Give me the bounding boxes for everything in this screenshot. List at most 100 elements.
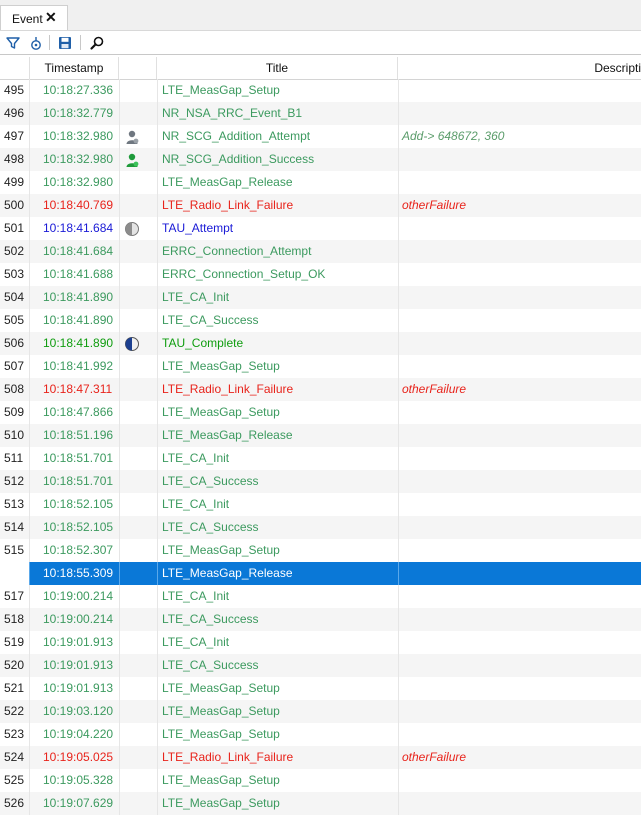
row-title: LTE_MeasGap_Setup [157, 401, 398, 424]
row-number: 524 [4, 750, 25, 764]
table-row[interactable]: 513 10:18:52.105 LTE_CA_Init [0, 493, 641, 516]
row-icon-cell [119, 792, 157, 815]
row-description [398, 240, 641, 263]
row-description [398, 148, 641, 171]
header-icon[interactable] [119, 57, 157, 79]
event-table: 495 10:18:27.336 LTE_MeasGap_Setup 496 10:18… [0, 79, 641, 815]
row-icon-cell [119, 286, 157, 309]
table-row[interactable]: 509 10:18:47.866 LTE_MeasGap_Setup [0, 401, 641, 424]
row-description [398, 217, 641, 240]
table-row[interactable]: 522 10:19:03.120 LTE_MeasGap_Setup [0, 700, 641, 723]
row-icon-cell [119, 654, 157, 677]
table-row[interactable]: 514 10:18:52.105 LTE_CA_Success [0, 516, 641, 539]
row-number: 504 [4, 290, 25, 304]
table-row[interactable]: 519 10:19:01.913 LTE_CA_Init [0, 631, 641, 654]
row-icon-cell [119, 194, 157, 217]
row-icon-cell [119, 447, 157, 470]
table-row[interactable]: 510 10:18:51.196 LTE_MeasGap_Release [0, 424, 641, 447]
row-description [398, 286, 641, 309]
event-marker-icon[interactable] [26, 33, 46, 53]
table-row[interactable]: 523 10:19:04.220 LTE_MeasGap_Setup [0, 723, 641, 746]
half-circle-blue-icon [124, 336, 140, 352]
row-description [398, 723, 641, 746]
table-row[interactable]: 516 10:18:55.309 LTE_MeasGap_Release [0, 562, 641, 585]
row-icon-cell [119, 608, 157, 631]
table-row[interactable]: 497 10:18:32.980 NR_SCG_Addition_Attempt Ad… [0, 125, 641, 148]
row-icon-cell [119, 125, 157, 148]
row-description [398, 447, 641, 470]
row-timestamp: 10:18:41.890 [29, 332, 119, 355]
table-row[interactable]: 520 10:19:01.913 LTE_CA_Success [0, 654, 641, 677]
table-row[interactable]: 500 10:18:40.769 LTE_Radio_Link_Failure oth… [0, 194, 641, 217]
row-title: LTE_CA_Init [157, 447, 398, 470]
table-row[interactable]: 515 10:18:52.307 LTE_MeasGap_Setup [0, 539, 641, 562]
row-title: LTE_CA_Success [157, 516, 398, 539]
table-row[interactable]: 507 10:18:41.992 LTE_MeasGap_Setup [0, 355, 641, 378]
table-row[interactable]: 525 10:19:05.328 LTE_MeasGap_Setup [0, 769, 641, 792]
row-title: LTE_CA_Success [157, 608, 398, 631]
row-number: 505 [4, 313, 25, 327]
table-row[interactable]: 508 10:18:47.311 LTE_Radio_Link_Failure oth… [0, 378, 641, 401]
table-row[interactable]: 502 10:18:41.684 ERRC_Connection_Attempt [0, 240, 641, 263]
row-icon-cell [119, 539, 157, 562]
find-icon[interactable] [87, 33, 107, 53]
toolbar [0, 31, 641, 55]
row-number: 512 [4, 474, 25, 488]
table-row[interactable]: 495 10:18:27.336 LTE_MeasGap_Setup [0, 79, 641, 102]
row-icon-cell [119, 746, 157, 769]
row-title: LTE_MeasGap_Setup [157, 79, 398, 102]
save-icon[interactable] [55, 33, 75, 53]
row-timestamp: 10:18:32.980 [29, 148, 119, 171]
row-icon-cell [119, 700, 157, 723]
row-title: NR_SCG_Addition_Attempt [157, 125, 398, 148]
table-row[interactable]: 498 10:18:32.980 NR_SCG_Addition_Success [0, 148, 641, 171]
header-timestamp[interactable]: Timestamp [29, 57, 119, 79]
row-number: 507 [4, 359, 25, 373]
row-icon-cell [119, 424, 157, 447]
person-gray-icon [124, 129, 140, 145]
row-number: 506 [4, 336, 25, 350]
row-description [398, 516, 641, 539]
row-timestamp: 10:18:41.684 [29, 240, 119, 263]
filter-icon[interactable] [3, 33, 23, 53]
header-title[interactable]: Title [157, 57, 398, 79]
row-timestamp: 10:18:47.311 [29, 378, 119, 401]
row-timestamp: 10:19:03.120 [29, 700, 119, 723]
row-timestamp: 10:19:04.220 [29, 723, 119, 746]
row-description [398, 424, 641, 447]
row-description [398, 677, 641, 700]
row-icon-cell [119, 332, 157, 355]
row-icon-cell [119, 355, 157, 378]
row-description [398, 401, 641, 424]
row-icon-cell [119, 585, 157, 608]
table-row[interactable]: 496 10:18:32.779 NR_NSA_RRC_Event_B1 [0, 102, 641, 125]
table-row[interactable]: 499 10:18:32.980 LTE_MeasGap_Release [0, 171, 641, 194]
table-row[interactable]: 503 10:18:41.688 ERRC_Connection_Setup_OK [0, 263, 641, 286]
table-row[interactable]: 517 10:19:00.214 LTE_CA_Init [0, 585, 641, 608]
row-description [398, 608, 641, 631]
table-header: Timestamp Title Descripti [0, 57, 641, 80]
close-icon[interactable]: ✕ [45, 9, 57, 26]
person-green-icon [124, 152, 140, 168]
row-description [398, 102, 641, 125]
row-timestamp: 10:18:51.196 [29, 424, 119, 447]
tab-event[interactable]: Event ✕ [0, 5, 68, 30]
table-row[interactable]: 521 10:19:01.913 LTE_MeasGap_Setup [0, 677, 641, 700]
row-timestamp: 10:18:32.980 [29, 125, 119, 148]
table-row[interactable]: 506 10:18:41.890 TAU_Complete [0, 332, 641, 355]
header-description[interactable]: Descripti [398, 57, 641, 79]
table-row[interactable]: 524 10:19:05.025 LTE_Radio_Link_Failure oth… [0, 746, 641, 769]
table-row[interactable]: 512 10:18:51.701 LTE_CA_Success [0, 470, 641, 493]
table-row[interactable]: 526 10:19:07.629 LTE_MeasGap_Setup [0, 792, 641, 815]
row-number: 503 [4, 267, 25, 281]
row-description [398, 539, 641, 562]
table-row[interactable]: 501 10:18:41.684 TAU_Attempt [0, 217, 641, 240]
row-icon-cell [119, 263, 157, 286]
row-description [398, 700, 641, 723]
row-number: 502 [4, 244, 25, 258]
table-row[interactable]: 518 10:19:00.214 LTE_CA_Success [0, 608, 641, 631]
table-row[interactable]: 504 10:18:41.890 LTE_CA_Init [0, 286, 641, 309]
row-description [398, 355, 641, 378]
table-row[interactable]: 505 10:18:41.890 LTE_CA_Success [0, 309, 641, 332]
table-row[interactable]: 511 10:18:51.701 LTE_CA_Init [0, 447, 641, 470]
